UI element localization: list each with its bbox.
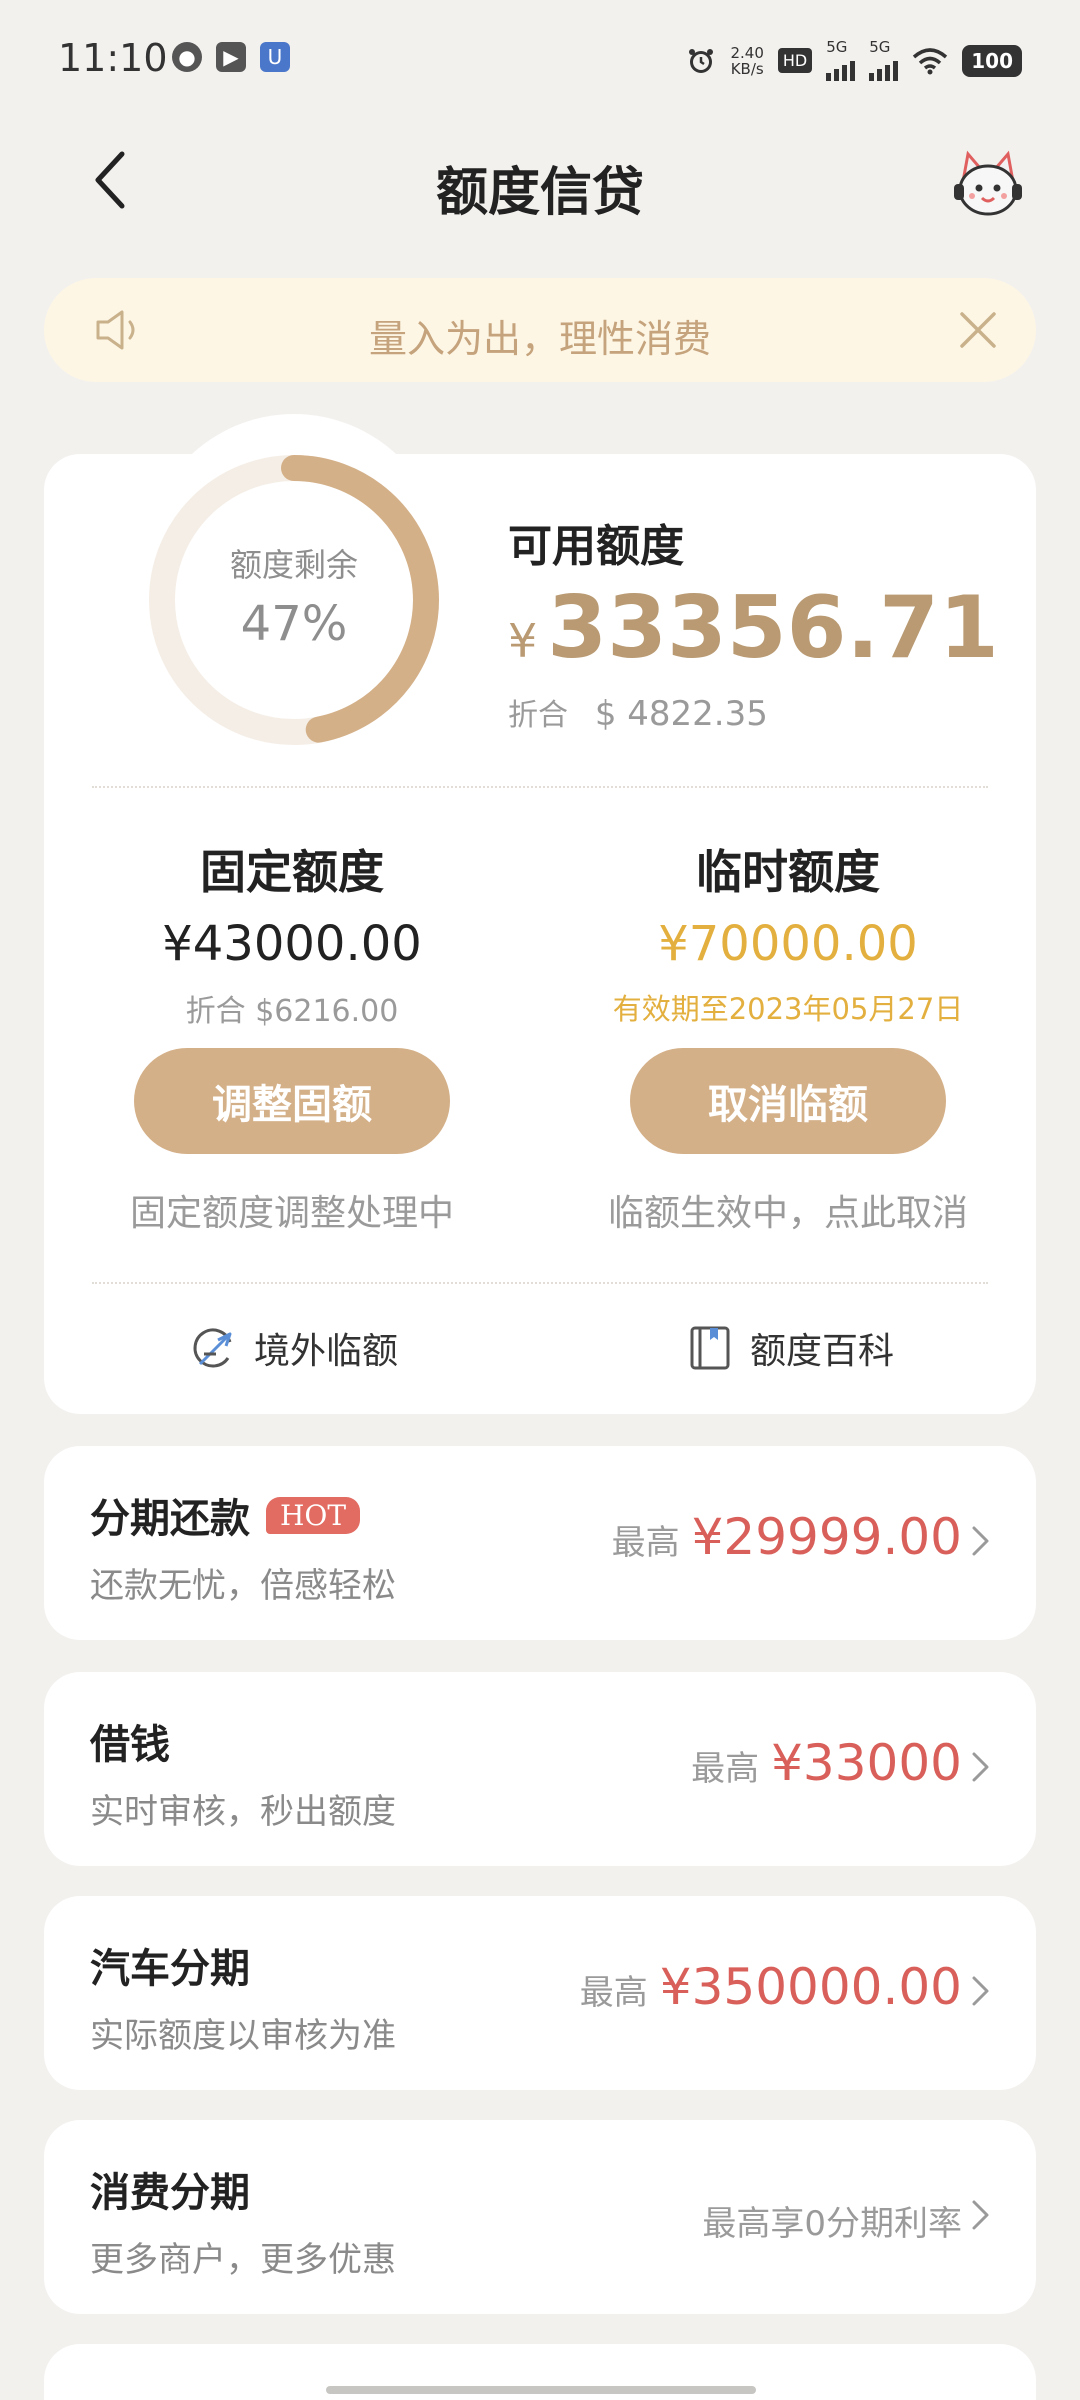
- status-bar: 11:10 ● ▶ U 2.40 KB/s HD 5G 5G 100: [0, 0, 1080, 120]
- sim1-label: 5G: [826, 38, 848, 56]
- fixed-credit-note[interactable]: 固定额度调整处理中: [44, 1184, 540, 1236]
- overseas-temp-credit-label: 境外临额: [254, 1331, 399, 1372]
- fixed-credit-usd: 折合 $6216.00: [185, 994, 399, 1029]
- available-credit-usd: 折合 $ 4822.35: [508, 690, 768, 734]
- temporary-credit-amount: ¥70000.00: [658, 916, 918, 972]
- list-item-consumer-installment[interactable]: 消费分期 更多商户，更多优惠 最高享0分期利率: [44, 2120, 1036, 2314]
- status-right: 2.40 KB/s HD 5G 5G 100: [686, 40, 1022, 81]
- alarm-icon: [689, 48, 714, 73]
- list-item-subtitle: 还款无忧，倍感轻松: [90, 1566, 396, 1606]
- credit-wiki-link[interactable]: 额度百科: [686, 1322, 894, 1374]
- chevron-right-icon: [972, 1976, 989, 2006]
- list-item-title: 分期还款 HOT: [90, 1486, 361, 1544]
- signal-bars-icon: [869, 55, 899, 81]
- usd-label: 折合: [508, 698, 568, 733]
- available-credit-label: 可用额度: [508, 521, 684, 572]
- list-item-subtitle: 实时审核，秒出额度: [90, 1792, 396, 1832]
- max-prefix: 最高: [691, 1749, 760, 1789]
- list-item-subtitle: 实际额度以审核为准: [90, 2016, 396, 2056]
- notice-banner: 量入为出，理性消费: [44, 278, 1036, 382]
- available-credit-amount: ¥ 33356.71: [508, 578, 999, 678]
- notification-icons: ● ▶ U: [172, 42, 290, 72]
- net-speed-value: 2.40: [730, 43, 764, 62]
- temporary-credit-validity: 有效期至2023年05月27日: [612, 992, 964, 1026]
- hot-badge: HOT: [266, 1496, 361, 1534]
- list-item-car-installment[interactable]: 汽车分期 实际额度以审核为准 最高 ¥350000.00: [44, 1896, 1036, 2090]
- currency-symbol: ¥: [508, 614, 538, 668]
- app-notification-icon: U: [260, 42, 290, 72]
- home-indicator[interactable]: [326, 2386, 756, 2394]
- available-credit-value: 33356.71: [547, 578, 999, 678]
- signal-bars-icon: [826, 55, 856, 81]
- chevron-right-icon: [972, 1752, 989, 1782]
- max-amount: ¥33000: [771, 1734, 962, 1792]
- list-item-value: 最高 ¥33000: [691, 1734, 962, 1792]
- temporary-credit-column: 临时额度 ¥70000.00 有效期至2023年05月27日 取消临额 临额生效…: [540, 836, 1036, 1236]
- fixed-credit-amount: ¥43000.00: [162, 916, 422, 972]
- list-item-borrow[interactable]: 借钱 实时审核，秒出额度 最高 ¥33000: [44, 1672, 1036, 1866]
- list-item-value: 最高享0分期利率: [702, 2196, 962, 2245]
- page-title: 额度信贷: [435, 163, 644, 223]
- temporary-credit-title: 临时额度: [696, 845, 880, 899]
- divider: [92, 786, 988, 788]
- product-title: 分期还款: [90, 1496, 250, 1542]
- plane-globe-icon: [193, 1328, 232, 1368]
- signal-sim2: 5G: [869, 38, 899, 81]
- video-icon: ▶: [216, 42, 246, 72]
- max-amount: ¥29999.00: [691, 1508, 962, 1566]
- fixed-credit-title: 固定额度: [200, 845, 384, 899]
- list-item-title: 汽车分期: [90, 1946, 250, 1992]
- list-item-subtitle: 更多商户，更多优惠: [90, 2240, 396, 2280]
- ring-percent: 47%: [240, 596, 348, 652]
- message-icon: ●: [172, 42, 202, 72]
- book-icon: [690, 1326, 730, 1370]
- close-icon[interactable]: [956, 308, 1000, 352]
- zero-rate-text: 最高享0分期利率: [702, 2204, 962, 2244]
- fixed-credit-column: 固定额度 ¥43000.00 折合 $6216.00 调整固额 固定额度调整处理…: [44, 836, 540, 1236]
- mascot-icon: [954, 150, 1022, 216]
- max-prefix: 最高: [579, 1973, 648, 2013]
- max-amount: ¥350000.00: [659, 1958, 962, 2016]
- temporary-credit-note[interactable]: 临额生效中，点此取消: [540, 1184, 1036, 1236]
- credit-wiki-label: 额度百科: [750, 1331, 895, 1372]
- ring-label: 额度剩余: [229, 546, 358, 584]
- notice-text: 量入为出，理性消费: [368, 317, 711, 361]
- list-item-title: 消费分期: [90, 2170, 250, 2216]
- hd-badge: HD: [777, 48, 813, 73]
- customer-service-button[interactable]: [950, 146, 1026, 222]
- adjust-fixed-credit-button[interactable]: 调整固额: [134, 1048, 450, 1154]
- cancel-temporary-credit-button[interactable]: 取消临额: [630, 1048, 946, 1154]
- net-speed-unit: KB/s: [730, 59, 764, 78]
- header: 额度信贷: [0, 120, 1080, 240]
- battery-indicator: 100: [962, 44, 1022, 77]
- overseas-temp-credit-link[interactable]: 境外临额: [190, 1322, 398, 1374]
- chevron-right-icon: [972, 1526, 989, 1556]
- list-item-value: 最高 ¥350000.00: [580, 1958, 962, 2016]
- list-item-title: 借钱: [90, 1722, 170, 1768]
- usd-amount: $ 4822.35: [594, 694, 768, 734]
- list-item-installment-repayment[interactable]: 分期还款 HOT 还款无忧，倍感轻松 最高 ¥29999.00: [44, 1446, 1036, 1640]
- divider: [92, 1282, 988, 1284]
- sim2-label: 5G: [869, 38, 891, 56]
- status-time: 11:10: [58, 36, 168, 80]
- signal-sim1: 5G: [826, 38, 856, 81]
- network-speed: 2.40 KB/s: [730, 45, 763, 77]
- wifi-icon: [913, 47, 948, 74]
- chevron-right-icon: [972, 2200, 989, 2230]
- list-item-value: 最高 ¥29999.00: [612, 1508, 962, 1566]
- max-prefix: 最高: [611, 1523, 680, 1563]
